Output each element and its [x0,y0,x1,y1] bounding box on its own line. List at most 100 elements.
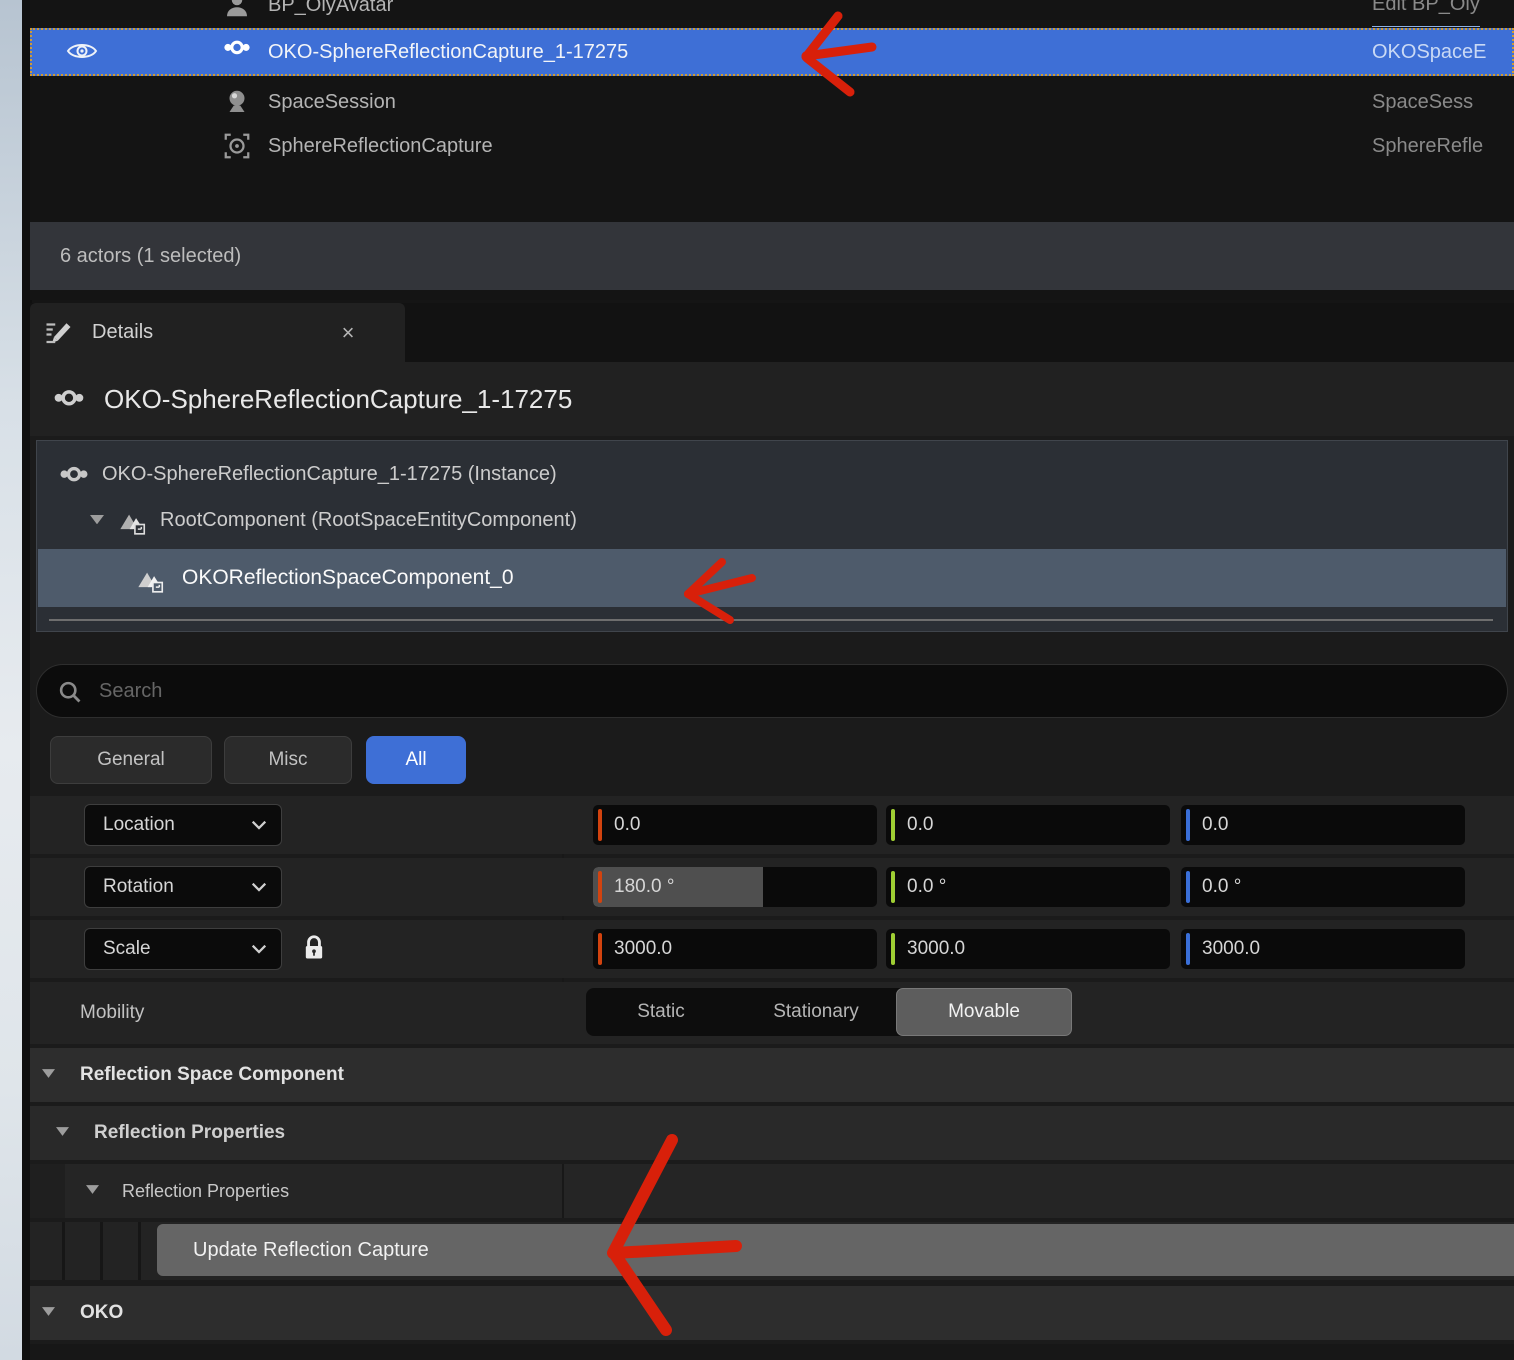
actor-count-text: 6 actors (1 selected) [60,222,241,290]
close-icon[interactable]: × [328,303,368,362]
outliner-status-bar: 6 actors (1 selected) [30,222,1514,290]
x-axis-accent [598,933,602,965]
indent-rail [100,1222,103,1280]
scale-row: Scale 3000.0 3000.0 3000.0 [30,920,1514,978]
outliner-row-oko-spherereflectioncapture[interactable]: OKO-SphereReflectionCapture_1-17275 OKOS… [30,28,1514,76]
chain-link-icon [58,463,90,485]
search-icon [57,679,83,705]
property-column-divider [562,1164,564,1218]
filter-all-button[interactable]: All [366,736,466,784]
details-search-bar [36,664,1508,718]
expand-triangle-icon [42,1069,55,1078]
chain-link-icon [52,386,86,410]
rotation-y-field[interactable]: 0.0 ° [886,867,1170,907]
chevron-down-icon [251,882,267,893]
details-tab-label: Details [92,303,153,362]
location-y-field[interactable]: 0.0 [886,805,1170,845]
y-axis-accent [891,809,895,841]
section-oko[interactable]: OKO [30,1286,1514,1340]
outliner-row-spacesession[interactable]: SpaceSession SpaceSess [30,80,1514,124]
chain-link-icon [222,37,252,67]
tree-item-rootcomponent[interactable]: RootComponent (RootSpaceEntityComponent) [38,497,1506,543]
details-pencil-icon [44,317,74,347]
section-reflection-properties[interactable]: Reflection Properties [30,1106,1514,1160]
lock-icon[interactable] [302,934,326,964]
filter-misc-button[interactable]: Misc [224,736,352,784]
actor-label[interactable]: OKO-SphereReflectionCapture_1-17275 [268,28,628,76]
location-dropdown[interactable]: Location [84,804,282,846]
location-x-field[interactable]: 0.0 [593,805,877,845]
y-axis-accent [891,933,895,965]
tab-details[interactable]: Details × [30,303,405,362]
mobility-row: Mobility Static Stationary Movable [30,982,1514,1044]
rotation-x-field[interactable]: 180.0 ° [593,867,877,907]
selected-actor-title: OKO-SphereReflectionCapture_1-17275 [104,362,572,436]
actor-label[interactable]: SpaceSession [268,80,396,124]
actor-type-label[interactable]: SphereRefle [1372,124,1483,168]
rotation-label: Rotation [103,867,174,907]
actor-type-label[interactable]: OKOSpaceE [1372,28,1487,76]
actor-edit-blueprint-link[interactable]: Edit BP_Oly [1372,0,1480,27]
actor-type-label[interactable]: SpaceSess [1372,80,1473,124]
visibility-eye-icon[interactable] [66,40,98,64]
details-header: OKO-SphereReflectionCapture_1-17275 [30,362,1514,436]
scale-z-field[interactable]: 3000.0 [1181,929,1465,969]
z-axis-accent [1186,871,1190,903]
sphere-capture-actor-icon [222,131,252,161]
outliner-row-bp-olyavatar[interactable]: BP_OlyAvatar Edit BP_Oly [30,0,1514,27]
mobility-segmented-control: Static Stationary Movable [586,988,1072,1036]
section-reflection-properties-inner[interactable]: Reflection Properties [30,1164,1514,1218]
chevron-down-icon [251,820,267,831]
unreal-editor-panels: BP_OlyAvatar Edit BP_Oly OKO-SphereRefle… [0,0,1514,1360]
y-axis-accent [891,871,895,903]
tree-item-okoreflectionspacecomponent[interactable]: OKOReflectionSpaceComponent_0 [38,549,1506,607]
expand-triangle-icon [42,1307,55,1316]
chevron-down-icon [251,944,267,955]
mobility-movable-button[interactable]: Movable [896,988,1072,1036]
x-axis-accent [598,871,602,903]
tree-item-label[interactable]: RootComponent (RootSpaceEntityComponent) [160,497,577,543]
z-axis-accent [1186,809,1190,841]
scene-component-icon [136,565,164,591]
tree-item-instance[interactable]: OKO-SphereReflectionCapture_1-17275 (Ins… [38,451,1506,497]
camera-actor-icon [222,87,252,117]
tree-divider [49,619,1493,621]
scene-component-icon [118,507,146,533]
expand-triangle-icon [56,1127,69,1136]
z-axis-accent [1186,933,1190,965]
scale-y-field[interactable]: 3000.0 [886,929,1170,969]
location-label: Location [103,805,175,845]
panel-bottom-strip [30,1344,1514,1360]
x-axis-accent [598,809,602,841]
scale-x-field[interactable]: 3000.0 [593,929,877,969]
section-reflection-space-component[interactable]: Reflection Space Component [30,1048,1514,1102]
tree-item-label[interactable]: OKO-SphereReflectionCapture_1-17275 (Ins… [102,451,557,497]
location-row: Location 0.0 0.0 0.0 [30,796,1514,854]
update-reflection-capture-row: Update Reflection Capture [30,1222,1514,1280]
details-panel: OKO-SphereReflectionCapture_1-17275 OKO-… [30,362,1514,1360]
avatar-actor-icon [222,0,252,20]
filter-general-button[interactable]: General [50,736,212,784]
rotation-row: Rotation 180.0 ° 0.0 ° 0.0 ° [30,858,1514,916]
viewport-background-strip [0,0,22,1360]
search-input[interactable] [99,665,1479,717]
location-z-field[interactable]: 0.0 [1181,805,1465,845]
update-reflection-capture-button[interactable]: Update Reflection Capture [157,1224,1514,1276]
expander-chevron-icon[interactable] [90,515,104,525]
rotation-z-field[interactable]: 0.0 ° [1181,867,1465,907]
rotation-dropdown[interactable]: Rotation [84,866,282,908]
mobility-static-button[interactable]: Static [586,988,736,1036]
component-tree: OKO-SphereReflectionCapture_1-17275 (Ins… [36,440,1508,632]
mobility-stationary-button[interactable]: Stationary [736,988,896,1036]
tree-item-label[interactable]: OKOReflectionSpaceComponent_0 [182,549,514,607]
scale-dropdown[interactable]: Scale [84,928,282,970]
mobility-label: Mobility [80,982,144,1044]
actor-label[interactable]: BP_OlyAvatar [268,0,393,27]
actor-label[interactable]: SphereReflectionCapture [268,124,493,168]
outliner-row-spherereflectioncapture[interactable]: SphereReflectionCapture SphereRefle [30,124,1514,168]
indent-rail [138,1222,141,1280]
indent-rail [62,1222,65,1280]
expand-triangle-icon [86,1185,99,1194]
scale-label: Scale [103,929,151,969]
details-tab-strip: Details × [30,303,1514,362]
